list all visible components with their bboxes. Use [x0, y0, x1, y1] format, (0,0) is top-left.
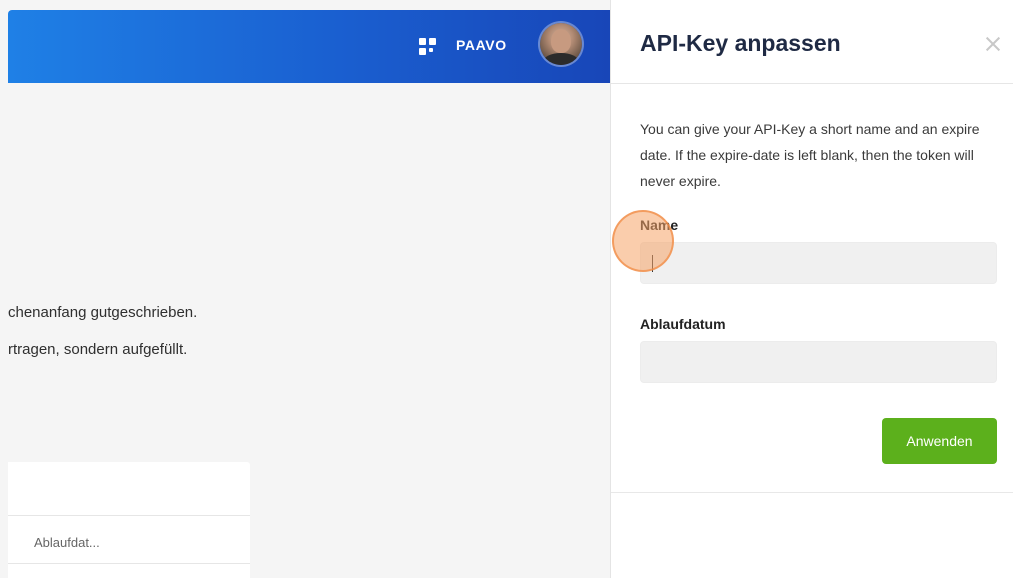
info-text-line-2: rtragen, sondern aufgefüllt. [8, 341, 188, 358]
expiry-date-input[interactable] [640, 341, 997, 383]
column-header-expiry[interactable]: Ablaufdat... [34, 535, 100, 550]
avatar-face [551, 29, 571, 53]
table-divider [8, 515, 250, 516]
info-text-line-1: chenanfang gutgeschrieben. [8, 304, 198, 321]
close-icon[interactable] [983, 34, 1003, 54]
background-app: PAAVO chenanfang gutgeschrieben. rtragen… [0, 0, 610, 578]
name-label: Name [640, 217, 679, 233]
text-caret [652, 255, 653, 272]
expiry-date-label: Ablaufdatum [640, 316, 726, 332]
user-avatar[interactable] [540, 23, 582, 65]
avatar-shirt [543, 53, 579, 65]
apps-grid-icon[interactable] [419, 38, 437, 56]
top-navigation-bar [8, 10, 610, 83]
drawer-header: API-Key anpassen [611, 0, 1013, 84]
drawer-description: You can give your API-Key a short name a… [640, 121, 980, 189]
edit-api-key-drawer: API-Key anpassen You can give your API-K… [610, 0, 1013, 578]
screen: PAAVO chenanfang gutgeschrieben. rtragen… [0, 0, 1013, 578]
user-name[interactable]: PAAVO [456, 37, 507, 53]
table-divider [8, 563, 250, 564]
api-keys-table: Ablaufdat... [8, 462, 250, 578]
drawer-divider [611, 492, 1013, 493]
drawer-title: API-Key anpassen [640, 30, 841, 56]
apply-button[interactable]: Anwenden [882, 418, 997, 464]
name-input[interactable] [640, 242, 997, 284]
